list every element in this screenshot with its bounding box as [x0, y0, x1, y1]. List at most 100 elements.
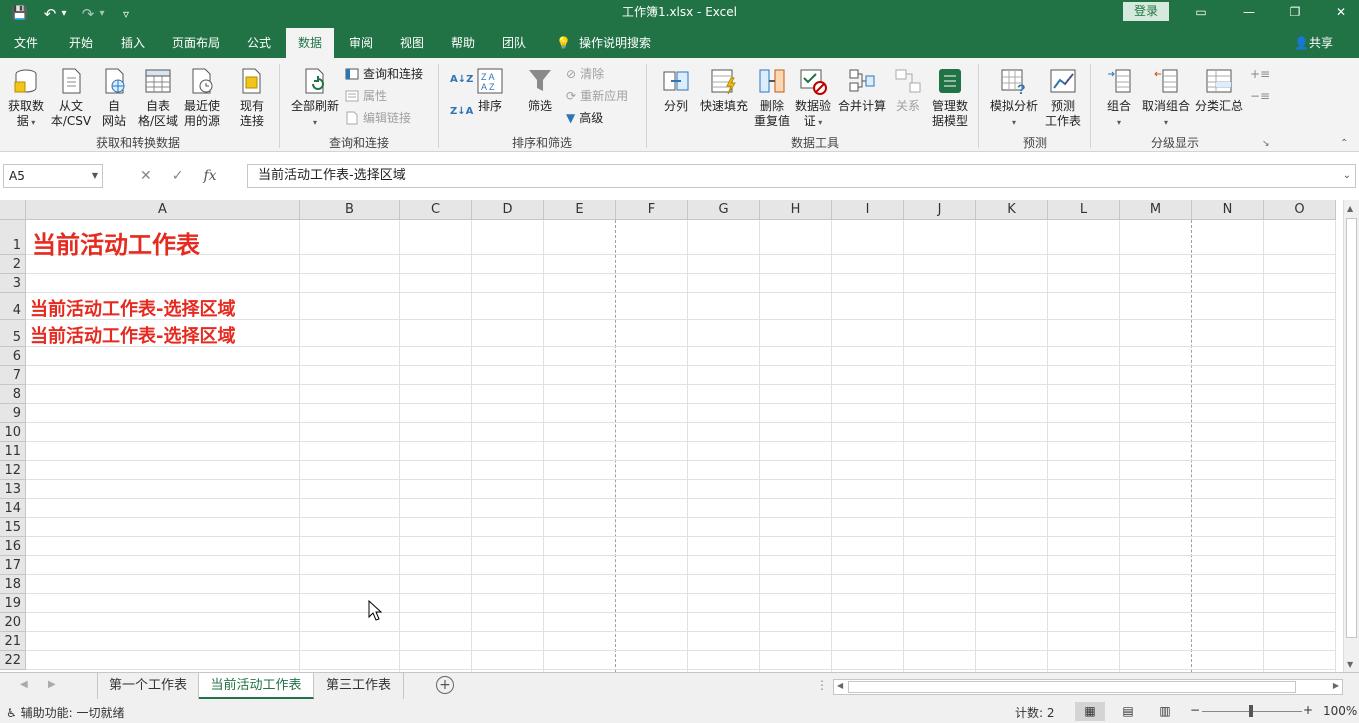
from-text-csv-button[interactable]: 从文 本/CSV: [48, 66, 94, 129]
row-header[interactable]: 22: [0, 651, 26, 670]
sort-ascending-icon[interactable]: A↓Z: [450, 70, 473, 90]
row-header[interactable]: 5: [0, 320, 26, 347]
column-header[interactable]: D: [472, 200, 544, 220]
row-header[interactable]: 15: [0, 518, 26, 537]
tab-data[interactable]: 数据: [286, 28, 334, 58]
get-data-button[interactable]: 获取数 据 ▾: [4, 66, 48, 130]
subtotal-button[interactable]: 分类汇总: [1194, 66, 1244, 114]
clear-filter-button[interactable]: ⊘ 清除: [566, 64, 604, 84]
row-header[interactable]: 18: [0, 575, 26, 594]
scroll-down-icon[interactable]: ▼: [1347, 660, 1353, 669]
text-to-columns-button[interactable]: 分列: [656, 66, 696, 114]
recent-sources-button[interactable]: 最近使 用的源: [180, 66, 224, 129]
tab-team[interactable]: 团队: [490, 28, 538, 58]
row-header[interactable]: 12: [0, 461, 26, 480]
sheet-prev-icon[interactable]: ◀: [20, 679, 28, 690]
remove-duplicates-button[interactable]: 删除 重复值: [752, 66, 792, 129]
row-header[interactable]: 2: [0, 255, 26, 274]
accessibility-status[interactable]: ♿ 辅助功能: 一切就绪: [6, 704, 124, 721]
sort-button[interactable]: Z AA Z 排序: [472, 66, 508, 114]
maximize-icon[interactable]: ❐: [1280, 2, 1310, 22]
column-header[interactable]: C: [400, 200, 472, 220]
row-header[interactable]: 20: [0, 613, 26, 632]
ungroup-button[interactable]: 取消组合 ▾: [1140, 66, 1192, 130]
cancel-icon[interactable]: ✕: [140, 168, 152, 184]
column-header[interactable]: K: [976, 200, 1048, 220]
reapply-button[interactable]: ⟳ 重新应用: [566, 86, 628, 106]
from-table-button[interactable]: 自表 格/区域: [136, 66, 180, 129]
existing-connections-button[interactable]: 现有 连接: [232, 66, 272, 129]
what-if-analysis-button[interactable]: ? 模拟分析 ▾: [986, 66, 1042, 130]
page-break-view-icon[interactable]: ▥: [1150, 702, 1180, 721]
row-header[interactable]: 11: [0, 442, 26, 461]
worksheet-grid[interactable]: ABCDEFGHIJKLMNO 1 2 3 4 5 6 7 8 9 10 11 12 13 14 15 16 1…: [0, 200, 1359, 672]
group-rows-button[interactable]: 组合 ▾: [1100, 66, 1138, 130]
column-header[interactable]: G: [688, 200, 760, 220]
ribbon-display-options-icon[interactable]: ▭: [1186, 2, 1216, 22]
tab-page-layout[interactable]: 页面布局: [165, 28, 227, 58]
row-header[interactable]: 10: [0, 423, 26, 442]
tab-review[interactable]: 审阅: [337, 28, 385, 58]
login-button[interactable]: 登录: [1123, 2, 1169, 21]
row-header[interactable]: 1: [0, 220, 26, 255]
tab-home[interactable]: 开始: [57, 28, 105, 58]
zoom-in-icon[interactable]: +: [1303, 703, 1313, 717]
name-box[interactable]: A5 ▼: [3, 164, 103, 188]
h-scroll-thumb[interactable]: [848, 681, 1296, 693]
normal-view-icon[interactable]: ▦: [1075, 702, 1105, 721]
zoom-slider-thumb[interactable]: [1249, 705, 1253, 717]
minimize-icon[interactable]: —: [1234, 2, 1264, 22]
cell-a4[interactable]: 当前活动工作表-选择区域: [30, 295, 235, 321]
show-detail-icon[interactable]: +≡: [1250, 64, 1270, 84]
scroll-right-icon[interactable]: ▶: [1333, 681, 1339, 690]
tab-file[interactable]: 文件: [0, 28, 52, 58]
sheet-tab-2[interactable]: 当前活动工作表: [199, 673, 314, 699]
tab-view[interactable]: 视图: [388, 28, 436, 58]
insert-function-icon[interactable]: fx: [203, 168, 216, 184]
sheet-tab-3[interactable]: 第三工作表: [314, 673, 404, 699]
column-header[interactable]: H: [760, 200, 832, 220]
queries-connections-button[interactable]: 查询和连接: [345, 64, 423, 84]
from-web-button[interactable]: 自 网站: [96, 66, 132, 129]
relationships-button[interactable]: 关系: [890, 66, 926, 114]
consolidate-button[interactable]: 合并计算: [836, 66, 888, 114]
row-header[interactable]: 13: [0, 480, 26, 499]
confirm-icon[interactable]: ✓: [172, 168, 184, 184]
row-header[interactable]: 9: [0, 404, 26, 423]
column-header[interactable]: L: [1048, 200, 1120, 220]
filter-button[interactable]: 筛选: [522, 66, 558, 114]
manage-data-model-button[interactable]: 管理数 据模型: [928, 66, 972, 129]
split-handle-icon[interactable]: ⋮: [816, 678, 828, 692]
sheet-tab-1[interactable]: 第一个工作表: [97, 673, 199, 699]
refresh-all-button[interactable]: 全部刷新 ▾: [287, 66, 343, 130]
scroll-thumb[interactable]: [1346, 218, 1357, 638]
column-header[interactable]: A: [26, 200, 300, 220]
column-header[interactable]: O: [1264, 200, 1336, 220]
column-header[interactable]: M: [1120, 200, 1192, 220]
zoom-level[interactable]: 100%: [1323, 704, 1357, 718]
scroll-left-icon[interactable]: ◀: [837, 681, 843, 690]
chevron-down-icon[interactable]: ▼: [92, 165, 98, 187]
row-header[interactable]: 21: [0, 632, 26, 651]
column-header[interactable]: J: [904, 200, 976, 220]
row-header[interactable]: 16: [0, 537, 26, 556]
cell-a5[interactable]: 当前活动工作表-选择区域: [30, 322, 235, 348]
row-header[interactable]: 8: [0, 385, 26, 404]
row-header[interactable]: 3: [0, 274, 26, 293]
sheet-next-icon[interactable]: ▶: [48, 679, 56, 690]
column-header[interactable]: B: [300, 200, 400, 220]
data-validation-button[interactable]: 数据验 证 ▾: [792, 66, 834, 130]
zoom-out-icon[interactable]: −: [1190, 703, 1200, 717]
expand-formula-icon[interactable]: ⌄: [1343, 165, 1351, 187]
add-sheet-icon[interactable]: +: [436, 676, 454, 694]
close-icon[interactable]: ✕: [1326, 2, 1356, 22]
horizontal-scrollbar[interactable]: ◀ ▶: [833, 679, 1343, 695]
page-layout-view-icon[interactable]: ▤: [1113, 702, 1143, 721]
share-button[interactable]: 👤共享: [1294, 28, 1333, 58]
collapse-ribbon-icon[interactable]: ⌃: [1340, 134, 1348, 154]
tell-me-search[interactable]: 💡 操作说明搜索: [556, 28, 651, 58]
dialog-launcher-icon[interactable]: ↘: [1262, 134, 1270, 154]
column-header[interactable]: E: [544, 200, 616, 220]
tab-insert[interactable]: 插入: [109, 28, 157, 58]
sort-descending-icon[interactable]: Z↓A: [450, 102, 473, 122]
